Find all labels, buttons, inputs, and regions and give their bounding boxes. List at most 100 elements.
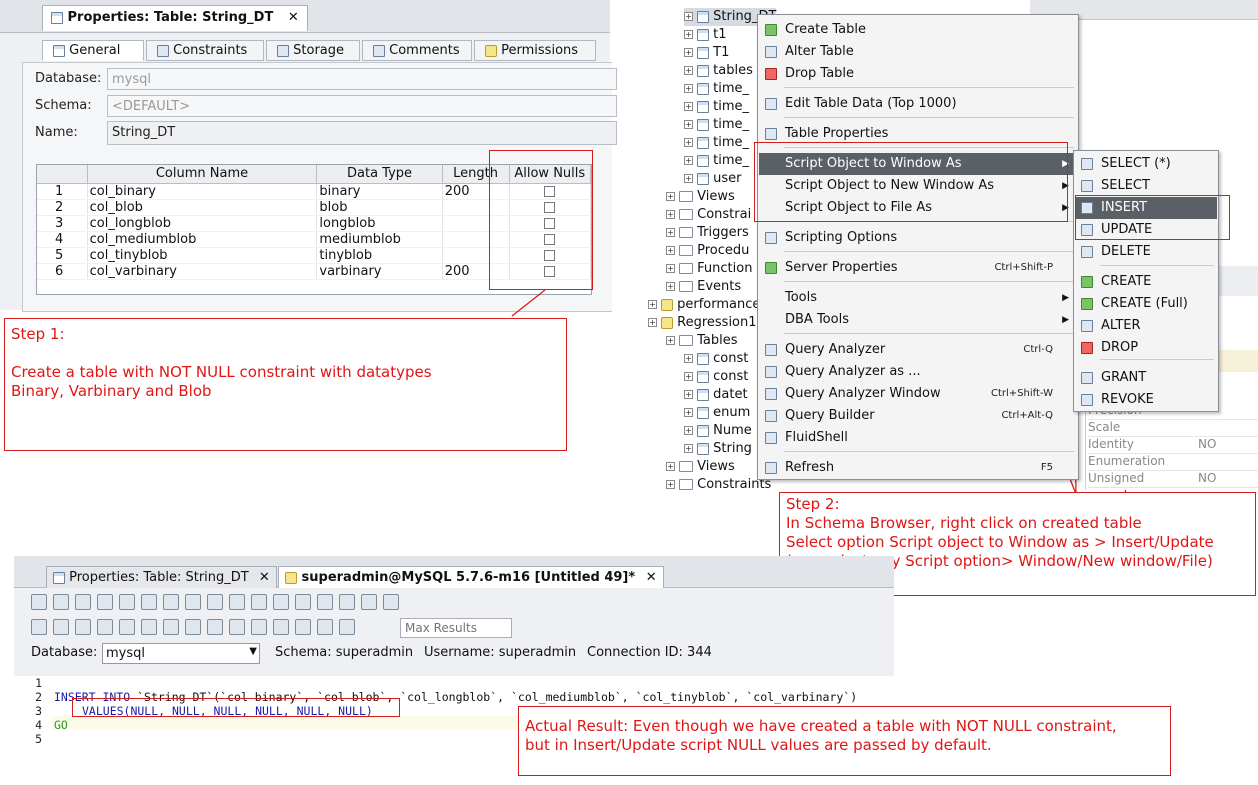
submenu-item-alter[interactable]: ALTER	[1075, 315, 1217, 337]
submenu-item-delete[interactable]: DELETE	[1075, 241, 1217, 263]
expand-icon[interactable]: +	[666, 264, 675, 273]
save-as-icon[interactable]	[97, 594, 113, 610]
tree-item-table[interactable]: + time_	[684, 80, 749, 98]
stop-icon[interactable]	[141, 619, 157, 635]
copy-icon[interactable]	[163, 594, 179, 610]
tree-item-table[interactable]: + time_	[684, 152, 749, 170]
expand-icon[interactable]: +	[666, 462, 675, 471]
property-row[interactable]: Unsigned NO	[1088, 471, 1258, 488]
copy2-icon[interactable]	[229, 594, 245, 610]
menu-item-query-builder[interactable]: Query Builder Ctrl+Alt-Q	[759, 405, 1077, 427]
menu-item-dba-tools[interactable]: DBA Tools ▶	[759, 309, 1077, 331]
replace-icon[interactable]	[339, 594, 355, 610]
tree-item-table[interactable]: + t1	[684, 26, 727, 44]
property-row[interactable]: Identity NO	[1088, 437, 1258, 454]
grid-icon[interactable]	[273, 619, 289, 635]
expand-icon[interactable]: +	[648, 300, 657, 309]
redo-icon[interactable]	[295, 594, 311, 610]
print-icon[interactable]	[141, 594, 157, 610]
tree-item-tables[interactable]: + Tables	[666, 332, 738, 350]
tree-item-table[interactable]: + time_	[684, 98, 749, 116]
property-row[interactable]: Scale	[1088, 420, 1258, 437]
tree-item-table[interactable]: + Nume	[684, 422, 752, 440]
menu-item-query-analyzer-as[interactable]: Query Analyzer as ...	[759, 361, 1077, 383]
tree-item-table[interactable]: + user	[684, 170, 742, 188]
editor-tab-properties[interactable]: Properties: Table: String_DT ✕	[46, 566, 277, 588]
expand-icon[interactable]: +	[666, 210, 675, 219]
tree-item-table[interactable]: + datet	[684, 386, 748, 404]
expand-icon[interactable]: +	[684, 444, 693, 453]
tree-item-regression1[interactable]: + Regression1	[648, 314, 757, 332]
expand-icon[interactable]: +	[684, 120, 693, 129]
menu-item-create-table[interactable]: Create Table	[759, 19, 1077, 41]
commit-icon[interactable]	[97, 619, 113, 635]
tree-item-table[interactable]: + tables	[684, 62, 753, 80]
export-icon[interactable]	[317, 619, 333, 635]
submenu-item-grant[interactable]: GRANT	[1075, 367, 1217, 389]
open-file-icon[interactable]	[53, 594, 69, 610]
menu-item-alter-table[interactable]: Alter Table	[759, 41, 1077, 63]
expand-icon[interactable]: +	[684, 156, 693, 165]
expand-icon[interactable]: +	[684, 408, 693, 417]
tree-item-constraints[interactable]: + Constraints	[666, 476, 771, 494]
tree-item-triggers[interactable]: + Triggers	[666, 224, 749, 242]
expand-icon[interactable]: +	[684, 12, 693, 21]
menu-item-scripting-options[interactable]: Scripting Options	[759, 227, 1077, 249]
property-row[interactable]: Enumeration	[1088, 454, 1258, 471]
menu-item-edit-table-data-top-1000[interactable]: Edit Table Data (Top 1000)	[759, 93, 1077, 115]
expand-icon[interactable]: +	[666, 480, 675, 489]
new-file-icon[interactable]	[31, 594, 47, 610]
menu-item-tools[interactable]: Tools ▶	[759, 287, 1077, 309]
run-current-icon[interactable]	[75, 619, 91, 635]
tree-item-table[interactable]: + String	[684, 440, 752, 458]
history-icon[interactable]	[339, 619, 355, 635]
tree-item-table[interactable]: + const	[684, 368, 748, 386]
submenu-item-select[interactable]: SELECT	[1075, 175, 1217, 197]
paste-icon[interactable]	[251, 594, 267, 610]
run-icon[interactable]	[53, 619, 69, 635]
tree-item-views[interactable]: + Views	[666, 458, 735, 476]
wand-icon[interactable]	[229, 619, 245, 635]
expand-icon[interactable]: +	[666, 282, 675, 291]
find-icon[interactable]	[317, 594, 333, 610]
save-all-icon[interactable]	[119, 594, 135, 610]
format-icon[interactable]	[163, 619, 179, 635]
submenu-item-create-full[interactable]: CREATE (Full)	[1075, 293, 1217, 315]
rollback-icon[interactable]	[119, 619, 135, 635]
tree-item-procedures[interactable]: + Procedu	[666, 242, 749, 260]
comment-icon[interactable]	[207, 619, 223, 635]
expand-icon[interactable]: +	[666, 336, 675, 345]
expand-icon[interactable]: +	[684, 354, 693, 363]
expand-icon[interactable]: +	[684, 84, 693, 93]
tree-item-views[interactable]: + Views	[666, 188, 735, 206]
submenu-item-revoke[interactable]: REVOKE	[1075, 389, 1217, 411]
menu-item-server-properties[interactable]: Server Properties Ctrl+Shift-P	[759, 257, 1077, 279]
menu-item-query-analyzer[interactable]: Query Analyzer Ctrl-Q	[759, 339, 1077, 361]
expand-icon[interactable]: +	[684, 174, 693, 183]
menu-item-refresh[interactable]: Refresh F5	[759, 457, 1077, 479]
expand-icon[interactable]: +	[684, 390, 693, 399]
database-select[interactable]: mysql ▼	[102, 643, 260, 664]
tree-item-constraints[interactable]: + Constrai	[666, 206, 751, 224]
tree-item-table[interactable]: + const	[684, 350, 748, 368]
menu-item-query-analyzer-window[interactable]: Query Analyzer Window Ctrl+Shift-W	[759, 383, 1077, 405]
tree-item-table[interactable]: + T1	[684, 44, 729, 62]
tree-item-table[interactable]: + enum	[684, 404, 750, 422]
undo-icon[interactable]	[273, 594, 289, 610]
lowercase-icon[interactable]	[361, 594, 377, 610]
tree-item-functions[interactable]: + Function	[666, 260, 752, 278]
grid2-icon[interactable]	[295, 619, 311, 635]
save-icon[interactable]	[75, 594, 91, 610]
expand-icon[interactable]: +	[648, 318, 657, 327]
expand-icon[interactable]: +	[684, 30, 693, 39]
max-results-input[interactable]	[400, 618, 512, 638]
submenu-item-create[interactable]: CREATE	[1075, 271, 1217, 293]
close-icon[interactable]: ✕	[646, 570, 657, 585]
tree-item-table[interactable]: + time_	[684, 134, 749, 152]
expand-icon[interactable]: +	[684, 426, 693, 435]
menu-item-fluidshell[interactable]: FluidShell	[759, 427, 1077, 449]
close-icon[interactable]: ✕	[259, 570, 270, 585]
editor-tab-query[interactable]: superadmin@MySQL 5.7.6-m16 [Untitled 49]…	[278, 566, 664, 588]
expand-icon[interactable]: +	[684, 66, 693, 75]
expand-icon[interactable]: +	[684, 138, 693, 147]
